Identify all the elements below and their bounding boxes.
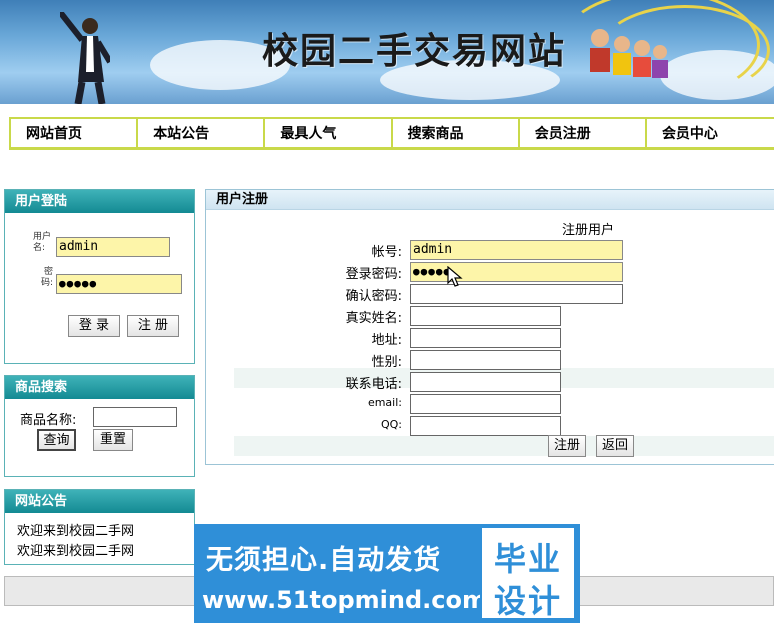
email-input[interactable] (410, 394, 561, 414)
search-panel: 商品搜索 商品名称: 查询 重置 (4, 375, 195, 477)
announcement-item[interactable]: 欢迎来到校园二手网 (17, 520, 134, 539)
real-name-input[interactable] (410, 306, 561, 326)
person-illustration (60, 12, 110, 104)
account-label: 帐号: (371, 245, 402, 260)
product-name-input[interactable] (93, 407, 177, 427)
nav-popular[interactable]: 最具人气 (265, 119, 393, 147)
ad-banner[interactable]: 无须担心.自动发货 www.51topmind.com 毕业 设计 (194, 524, 580, 623)
username-input[interactable]: admin (56, 237, 170, 257)
back-button[interactable]: 返回 (596, 435, 634, 457)
qq-input[interactable] (410, 416, 561, 436)
login-register-button[interactable]: 注 册 (127, 315, 179, 337)
gender-input[interactable] (410, 350, 561, 370)
product-name-label: 商品名称: (20, 413, 77, 428)
nav-announcements[interactable]: 本站公告 (138, 119, 266, 147)
login-button[interactable]: 登 录 (68, 315, 120, 337)
ad-badge-top: 毕业 (493, 540, 562, 578)
reset-button[interactable]: 重置 (93, 429, 133, 451)
ad-badge-bottom: 设计 (493, 582, 562, 620)
query-button[interactable]: 查询 (37, 429, 76, 451)
registration-panel: 用户注册 注册用户 帐号: admin 登录密码: ●●●●● 确认密码: 真实… (205, 189, 774, 465)
nav-home[interactable]: 网站首页 (11, 119, 139, 147)
nav-register[interactable]: 会员注册 (520, 119, 647, 147)
announcement-panel-title: 网站公告 (5, 490, 194, 513)
ad-url: www.51topmind.com (202, 586, 487, 614)
password-label: 登录密码: (345, 267, 402, 282)
confirm-password-label: 确认密码: (345, 289, 402, 304)
announcement-item[interactable]: 欢迎来到校园二手网 (17, 540, 134, 559)
account-input[interactable]: admin (410, 240, 623, 260)
mouse-pointer-icon (447, 266, 463, 287)
phone-label: 联系电话: (345, 377, 402, 392)
site-title: 校园二手交易网站 (262, 30, 567, 72)
ad-slogan: 无须担心.自动发货 (206, 545, 442, 576)
nav-search[interactable]: 搜索商品 (393, 119, 520, 147)
phone-input[interactable] (410, 372, 561, 392)
qq-label: QQ: (380, 418, 402, 431)
nav-member-center[interactable]: 会员中心 (647, 119, 774, 147)
real-name-label: 真实姓名: (345, 311, 402, 326)
table-stripe (234, 436, 774, 456)
login-panel: 用户登陆 用户名: admin 密码: ●●●●● 登 录 注 册 (4, 189, 195, 364)
registration-panel-title: 用户注册 (206, 190, 774, 210)
address-input[interactable] (410, 328, 561, 348)
password-input[interactable]: ●●●●● (56, 274, 182, 294)
address-label: 地址: (371, 333, 402, 348)
login-panel-title: 用户登陆 (5, 190, 194, 213)
username-label: 用户名: (33, 232, 52, 253)
confirm-password-input[interactable] (410, 284, 623, 304)
search-panel-title: 商品搜索 (5, 376, 194, 399)
site-banner: 校园二手交易网站 (0, 0, 774, 104)
gender-label: 性别: (371, 355, 402, 370)
email-label: email: (367, 396, 402, 409)
password-label: 密码: (40, 267, 53, 288)
ad-badge: 毕业 设计 (480, 526, 576, 620)
students-photo (590, 29, 668, 78)
main-nav: 网站首页 本站公告 最具人气 搜索商品 会员注册 会员中心 (9, 117, 774, 150)
form-title: 注册用户 (562, 223, 615, 238)
password-input[interactable]: ●●●●● (410, 262, 623, 282)
submit-register-button[interactable]: 注册 (548, 435, 586, 457)
announcement-panel: 网站公告 欢迎来到校园二手网 欢迎来到校园二手网 (4, 489, 195, 565)
